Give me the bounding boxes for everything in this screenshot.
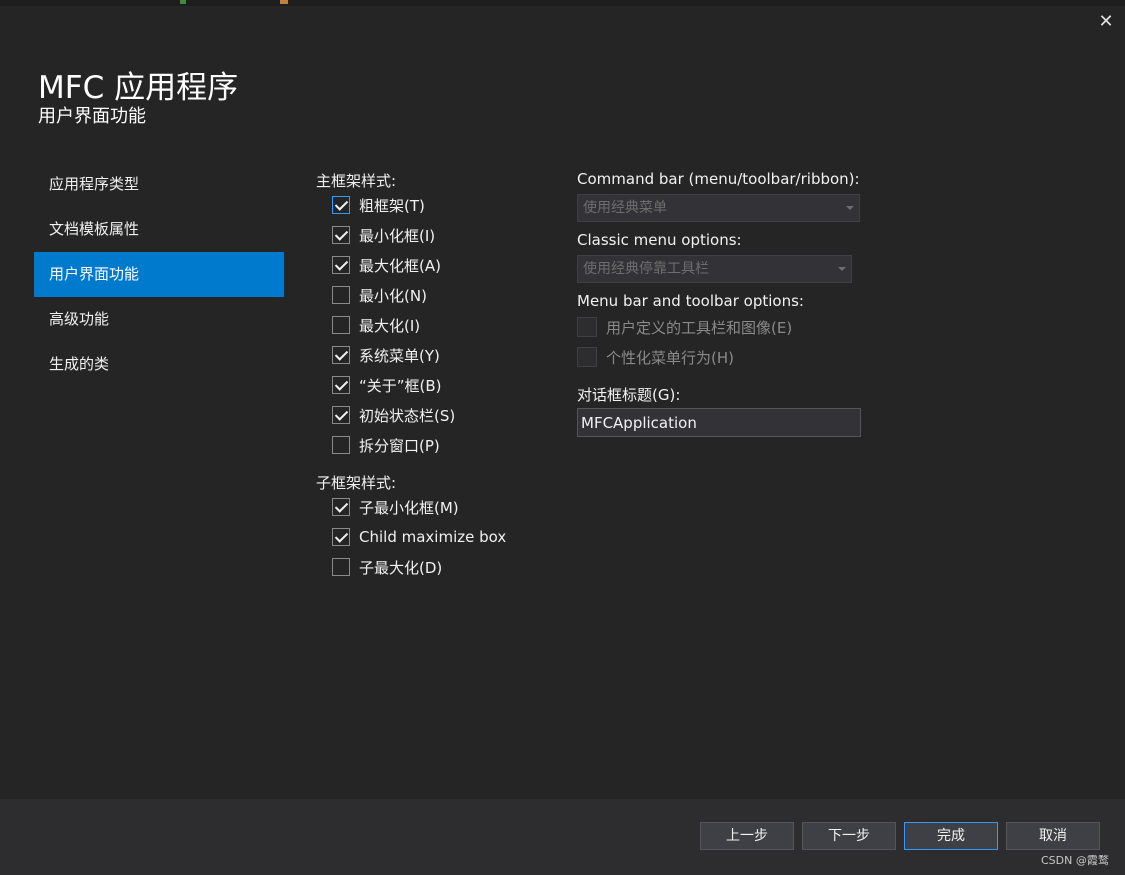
checkbox-box[interactable] [332,196,350,214]
checkbox-label: 粗框架(T) [359,196,425,215]
page-subtitle: 用户界面功能 [38,106,146,127]
dialog-title-input[interactable] [578,409,860,436]
wizard-nav: 应用程序类型 文档模板属性 用户界面功能 高级功能 生成的类 [34,162,284,387]
checkbox-box[interactable] [332,346,350,364]
checkbox-initial-status-bar[interactable]: 初始状态栏(S) [332,403,455,427]
main-frame-style-label: 主框架样式: [316,172,397,190]
chevron-down-icon [846,206,854,210]
checkbox-box[interactable] [332,256,350,274]
checkbox-child-maximized[interactable]: 子最大化(D) [332,555,442,579]
checkbox-minimized[interactable]: 最小化(N) [332,283,427,307]
checkbox-box[interactable] [332,286,350,304]
dropdown-value: 使用经典菜单 [583,200,667,216]
nav-item-doc-template[interactable]: 文档模板属性 [34,207,284,252]
command-bar-label: Command bar (menu/toolbar/ribbon): [577,170,860,188]
checkbox-box[interactable] [332,498,350,516]
checkbox-box [577,317,597,337]
checkbox-maximized[interactable]: 最大化(I) [332,313,420,337]
page-title: MFC 应用程序 [38,70,239,106]
checkbox-label: 子最小化框(M) [359,498,459,517]
nav-item-generated-classes[interactable]: 生成的类 [34,342,284,387]
checkbox-box[interactable] [332,406,350,424]
checkbox-label: 最大化(I) [359,316,421,335]
dialog-title-field[interactable] [577,408,861,437]
command-bar-dropdown: 使用经典菜单 [577,194,860,222]
next-button[interactable]: 下一步 [802,822,896,850]
checkbox-child-maximize-box[interactable]: Child maximize box [332,525,506,549]
checkbox-box[interactable] [332,376,350,394]
checkbox-system-menu[interactable]: 系统菜单(Y) [332,343,440,367]
menu-toolbar-label: Menu bar and toolbar options: [577,292,804,310]
checkbox-user-toolbars: 用户定义的工具栏和图像(E) [577,315,792,339]
chevron-down-icon [838,267,846,271]
checkbox-box[interactable] [332,436,350,454]
cancel-button[interactable]: 取消 [1006,822,1100,850]
checkbox-child-minimize-box[interactable]: 子最小化框(M) [332,495,459,519]
checkbox-label: 系统菜单(Y) [359,346,440,365]
finish-button[interactable]: 完成 [904,822,998,850]
tab-fragment [180,0,186,4]
checkbox-label: 子最大化(D) [359,558,443,577]
checkbox-label: 最大化框(A) [359,256,441,275]
close-icon[interactable]: ✕ [1095,11,1117,33]
checkbox-split-window[interactable]: 拆分窗口(P) [332,433,440,457]
checkbox-box [577,347,597,367]
dropdown-value: 使用经典停靠工具栏 [583,261,709,277]
nav-item-ui-features[interactable]: 用户界面功能 [34,252,284,297]
watermark: CSDN @霞鹜 [1041,854,1109,867]
checkbox-box[interactable] [332,528,350,546]
child-frame-style-label: 子框架样式: [316,474,397,492]
checkbox-box[interactable] [332,226,350,244]
checkbox-minimize-box[interactable]: 最小化框(I) [332,223,435,247]
checkbox-label: 初始状态栏(S) [359,406,456,425]
prev-button[interactable]: 上一步 [700,822,794,850]
checkbox-personalized-menu: 个性化菜单行为(H) [577,345,734,369]
checkbox-label: 拆分窗口(P) [359,436,440,455]
checkbox-thick-frame[interactable]: 粗框架(T) [332,193,425,217]
checkbox-label: 最小化框(I) [359,226,436,245]
nav-item-advanced[interactable]: 高级功能 [34,297,284,342]
checkbox-about-box[interactable]: “关于”框(B) [332,373,442,397]
checkbox-label: Child maximize box [359,528,507,546]
checkbox-maximize-box[interactable]: 最大化框(A) [332,253,441,277]
nav-item-app-type[interactable]: 应用程序类型 [34,162,284,207]
checkbox-label: 最小化(N) [359,286,427,305]
checkbox-label: “关于”框(B) [359,376,442,395]
tab-fragment [280,0,288,4]
dialog-title-label: 对话框标题(G): [577,386,681,404]
checkbox-label: 个性化菜单行为(H) [606,348,734,367]
classic-menu-dropdown: 使用经典停靠工具栏 [577,255,852,283]
checkbox-label: 用户定义的工具栏和图像(E) [606,318,793,337]
window-top-strip [0,0,1125,6]
checkbox-box[interactable] [332,316,350,334]
checkbox-box[interactable] [332,558,350,576]
classic-menu-label: Classic menu options: [577,231,742,249]
